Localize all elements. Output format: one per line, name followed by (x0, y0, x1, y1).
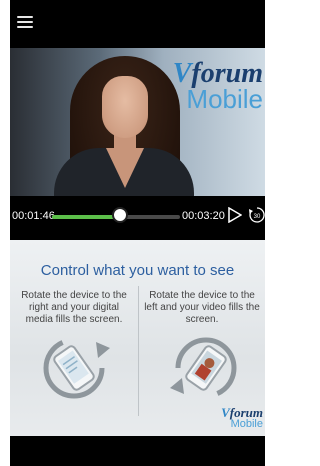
rotate-left-text: Rotate the device to the left and your v… (144, 290, 260, 325)
bottom-bar (10, 436, 265, 466)
replay-30-icon[interactable]: 30 (248, 206, 265, 224)
rotate-right-text: Rotate the device to the right and your … (21, 290, 127, 325)
replay-label: 30 (254, 214, 261, 220)
total-time: 00:03:20 (182, 210, 225, 222)
rotate-right-device-icon (43, 337, 110, 399)
elapsed-time: 00:01:46 (12, 210, 55, 222)
panel-divider (138, 286, 139, 416)
play-icon[interactable] (228, 207, 242, 223)
player-controls: 00:01:46 00:03:20 30 (10, 196, 265, 240)
presenter-face (102, 76, 148, 138)
panel-logo-v-icon: V (221, 405, 230, 420)
phone-screen: Vforum Mobile 00:01:46 00:03:20 30 Contr… (10, 0, 265, 466)
hamburger-menu-icon[interactable] (17, 16, 33, 29)
logo-sub-text: Mobile (186, 84, 263, 114)
top-bar (10, 0, 265, 48)
panel-forum-mobile-logo: Vforum Mobile (221, 405, 263, 430)
instructions-panel: Control what you want to see Rotate the … (10, 240, 265, 436)
forum-mobile-logo: Vforum Mobile (173, 58, 263, 115)
progress-track[interactable] (52, 207, 180, 223)
video-frame[interactable]: Vforum Mobile (10, 48, 265, 196)
rotate-left-device-icon (170, 337, 237, 399)
panel-title: Control what you want to see (40, 262, 235, 279)
progress-thumb[interactable] (111, 207, 128, 223)
progress-fill (52, 215, 120, 219)
